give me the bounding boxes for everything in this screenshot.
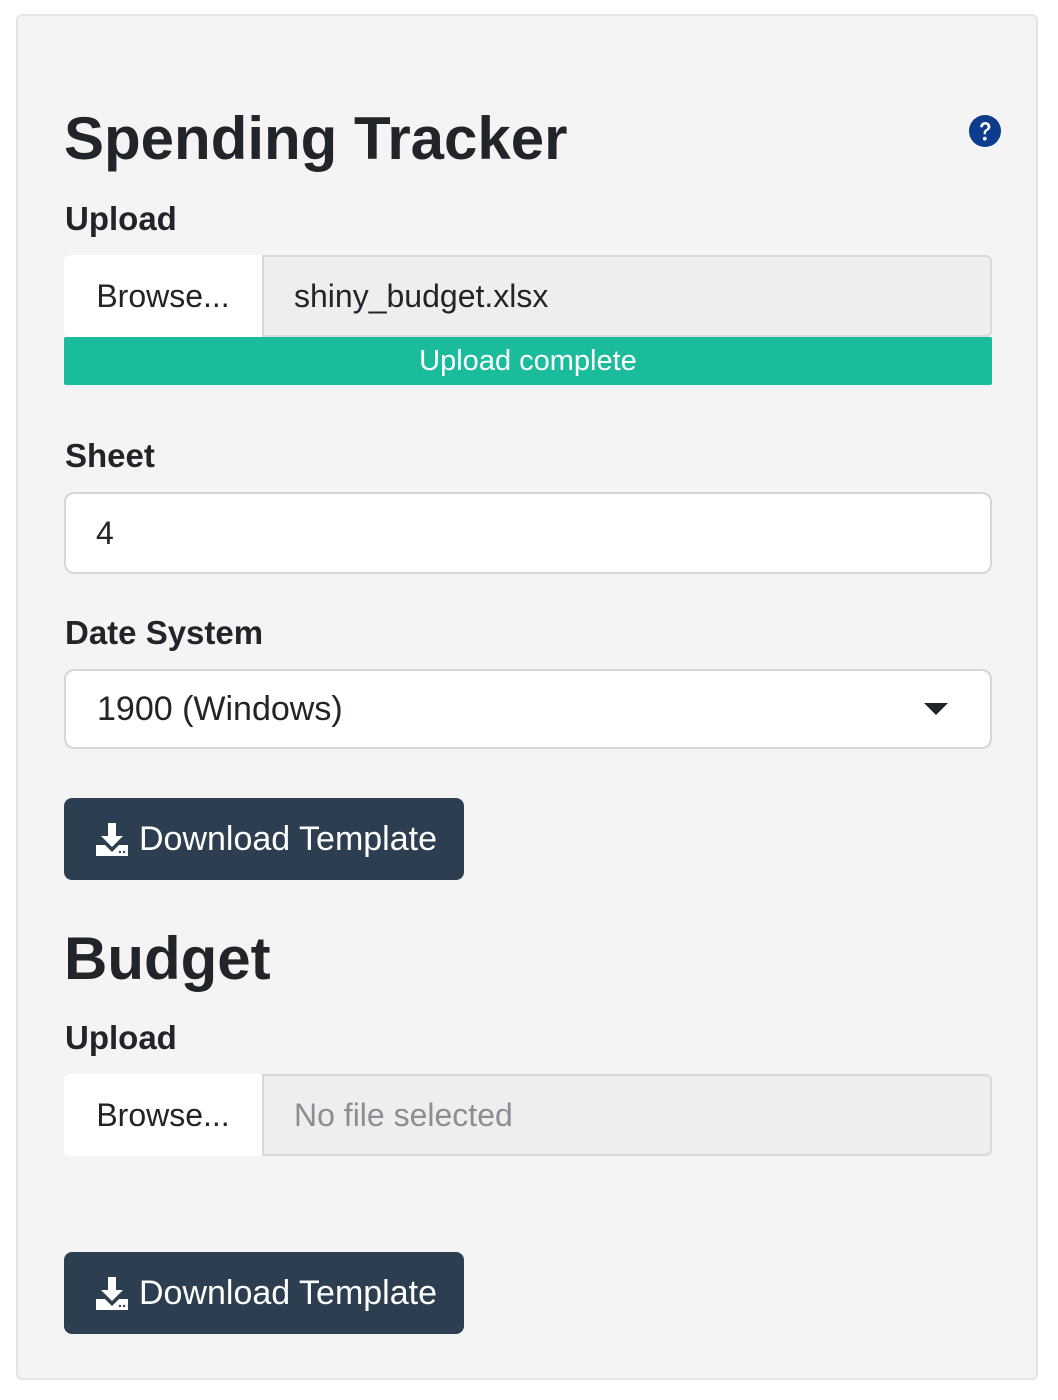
caret-down-icon — [924, 703, 948, 715]
budget-title: Budget — [64, 925, 271, 992]
spending-file-input: Browse... shiny_budget.xlsx — [64, 255, 992, 337]
budget-upload-label: Upload — [65, 1019, 177, 1056]
question-circle-icon[interactable] — [968, 114, 1002, 148]
date-system-select[interactable]: 1900 (Windows) — [64, 669, 992, 749]
budget-download-template-button[interactable]: Download Template — [64, 1252, 464, 1334]
date-system-value: 1900 (Windows) — [97, 689, 343, 728]
download-icon — [96, 823, 128, 856]
browse-button[interactable]: Browse... — [64, 1074, 262, 1156]
download-template-label: Download Template — [139, 1273, 437, 1312]
file-name-field[interactable]: shiny_budget.xlsx — [262, 255, 992, 337]
file-name-field[interactable]: No file selected — [262, 1074, 992, 1156]
download-template-button[interactable]: Download Template — [64, 798, 464, 880]
download-template-label: Download Template — [139, 819, 437, 858]
upload-progress-bar: Upload complete — [64, 337, 992, 385]
date-system-label: Date System — [65, 614, 264, 651]
budget-file-input: Browse... No file selected — [64, 1074, 992, 1156]
sheet-input[interactable]: 4 — [64, 492, 992, 574]
upload-progress-fill: Upload complete — [64, 337, 992, 385]
spending-tracker-title: Spending Tracker — [64, 105, 568, 172]
sheet-label: Sheet — [65, 437, 155, 474]
browse-button[interactable]: Browse... — [64, 255, 262, 337]
upload-label: Upload — [65, 200, 177, 237]
download-icon — [96, 1277, 128, 1310]
